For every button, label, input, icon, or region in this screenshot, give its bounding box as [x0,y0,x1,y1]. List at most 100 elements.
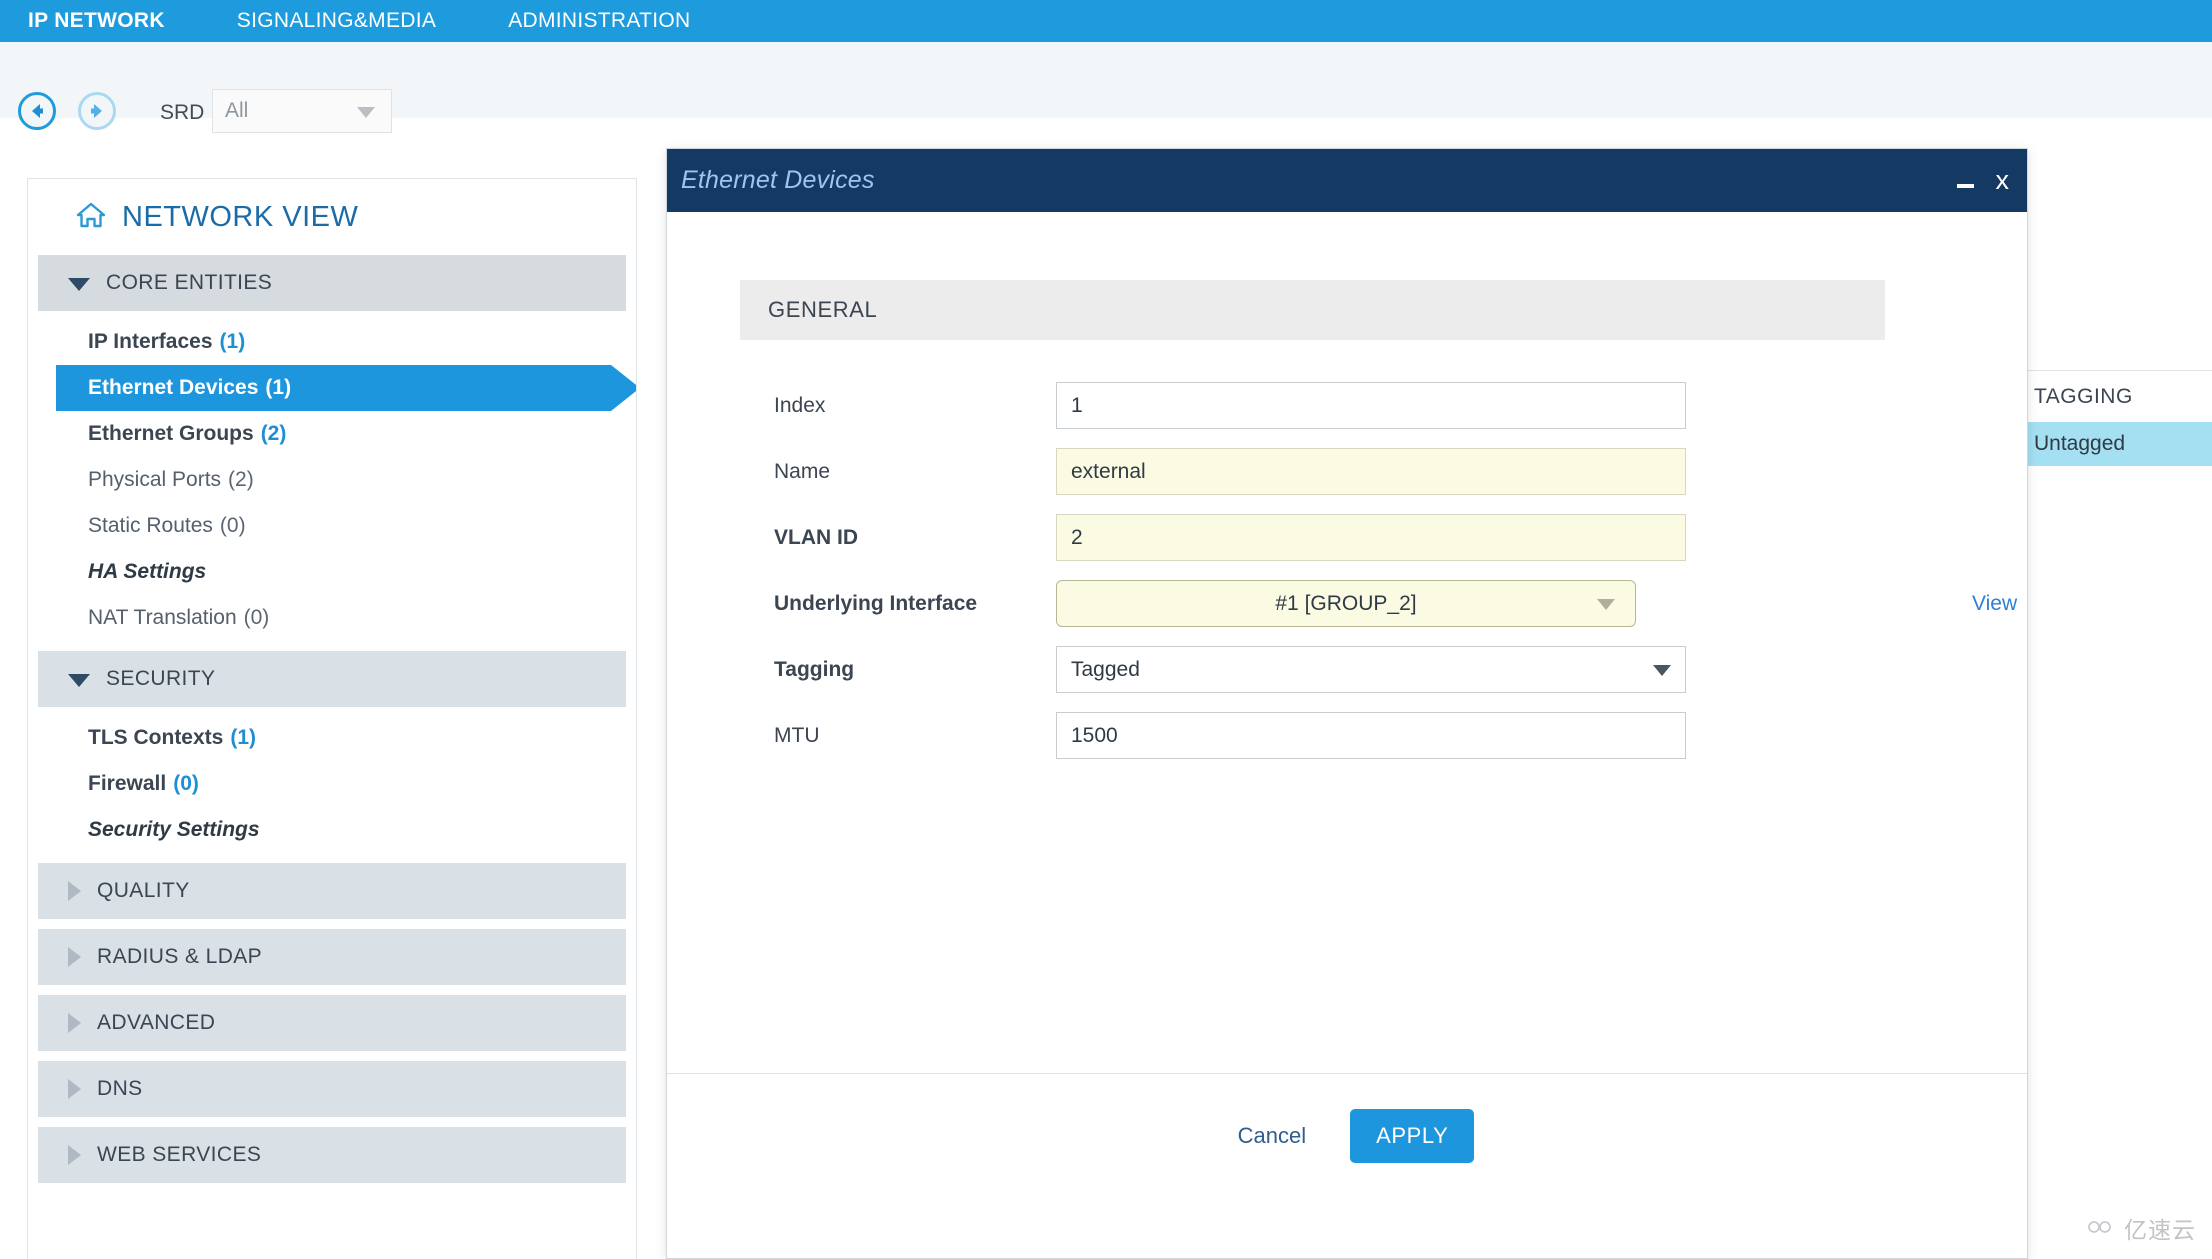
dialog-title-bar[interactable]: Ethernet Devices x [667,149,2027,212]
tab-ip-network[interactable]: IP NETWORK [28,0,165,42]
form-row-mtu: MTU 1500 [740,712,1940,759]
top-navigation-bar: IP NETWORK SIGNALING&MEDIA ADMINISTRATIO… [0,0,2212,42]
sidebar-item-firewall[interactable]: Firewall (0) [28,761,636,807]
view-link[interactable]: View [1972,592,2017,616]
sidebar-item-ip-interfaces[interactable]: IP Interfaces (1) [28,319,636,365]
selection-arrow-icon [611,365,636,411]
top-nav-tabs: IP NETWORK SIGNALING&MEDIA ADMINISTRATIO… [0,0,2212,42]
sidebar-group-quality[interactable]: QUALITY [38,863,626,919]
sidebar-group-label: QUALITY [97,879,190,902]
table-column-header-tagging: TAGGING [2026,370,2212,422]
sidebar-group-dns[interactable]: DNS [38,1061,626,1117]
general-form: Index 1 Name external VLAN ID 2 Underlyi… [740,382,2017,778]
sidebar-item-label: Security Settings [88,818,260,841]
tagging-select[interactable]: Tagged [1056,646,1686,693]
minimize-icon[interactable] [1956,183,1974,188]
sidebar-item-label: Ethernet Devices [88,376,259,399]
srd-select-value: All [225,99,249,122]
arrow-left-icon [26,100,48,122]
sidebar-items-core-entities: IP Interfaces (1) Ethernet Devices (1) E… [28,311,636,651]
underlying-interface-select[interactable]: #1 [GROUP_2] [1056,580,1636,627]
watermark-text: 亿速云 [2124,1217,2196,1243]
mtu-input[interactable]: 1500 [1056,712,1686,759]
sidebar-item-count: (0) [219,514,246,537]
home-icon [76,201,106,234]
sidebar: NETWORK VIEW CORE ENTITIES IP Interfaces… [27,178,637,1259]
chevron-down-icon [1597,599,1615,610]
sidebar-item-count: (1) [219,330,246,353]
sidebar-item-label: HA Settings [88,560,207,583]
sidebar-group-web-services[interactable]: WEB SERVICES [38,1127,626,1183]
mtu-field-wrap: 1500 [1056,712,1686,759]
forward-button[interactable] [78,92,116,130]
dialog-window-controls: x [1956,149,2010,212]
table-row[interactable]: Untagged [2026,422,2212,466]
sidebar-item-count: (1) [265,376,292,399]
page-title: NETWORK VIEW [122,200,359,233]
sidebar-group-label: SECURITY [106,667,216,690]
sidebar-item-label: NAT Translation [88,606,237,629]
sidebar-item-static-routes[interactable]: Static Routes (0) [28,503,636,549]
cancel-button[interactable]: Cancel [1220,1113,1324,1159]
sidebar-item-count: (0) [243,606,270,629]
name-label: Name [774,459,831,483]
sidebar-item-count: (2) [260,422,287,445]
vlan-id-input[interactable]: 2 [1056,514,1686,561]
sidebar-group-advanced[interactable]: ADVANCED [38,995,626,1051]
sidebar-item-count: (1) [230,726,257,749]
sidebar-item-label: Ethernet Groups [88,422,254,445]
triangle-right-icon [68,1013,81,1033]
tab-signaling-media[interactable]: SIGNALING&MEDIA [237,0,436,42]
ethernet-devices-dialog: Ethernet Devices x GENERAL Index 1 Name [666,148,2028,1259]
sidebar-group-core-entities[interactable]: CORE ENTITIES [38,255,626,311]
tagging-field-wrap: Tagged [1056,646,1686,693]
sidebar-item-label: IP Interfaces [88,330,213,353]
underlying-interface-label: Underlying Interface [774,591,978,615]
back-button[interactable] [18,92,56,130]
sidebar-item-ethernet-devices[interactable]: Ethernet Devices (1) [56,365,636,411]
triangle-right-icon [68,1145,81,1165]
dialog-body: GENERAL Index 1 Name external VLAN ID 2 … [667,212,2027,1197]
triangle-right-icon [68,881,81,901]
vlan-id-field-wrap: 2 [1056,514,1686,561]
sidebar-item-label: Physical Ports [88,468,222,491]
close-icon[interactable]: x [1996,167,2010,194]
apply-button[interactable]: APPLY [1350,1108,1475,1163]
arrow-right-icon [86,100,108,122]
name-field-wrap: external [1056,448,1686,495]
section-header-general: GENERAL [740,280,1885,340]
sidebar-group-security[interactable]: SECURITY [38,651,626,707]
sidebar-item-nat-translation[interactable]: NAT Translation (0) [28,595,636,641]
sidebar-item-tls-contexts[interactable]: TLS Contexts (1) [28,715,636,761]
network-view-header: NETWORK VIEW [28,179,636,255]
form-row-vlan-id: VLAN ID 2 [740,514,1940,561]
sidebar-item-label: TLS Contexts [88,726,224,749]
sidebar-item-count: (0) [173,772,199,795]
sidebar-item-ethernet-groups[interactable]: Ethernet Groups (2) [28,411,636,457]
form-row-tagging: Tagging Tagged [740,646,1940,693]
sidebar-item-ha-settings[interactable]: HA Settings [28,549,636,595]
background-table: TAGGING Untagged [2025,370,2212,490]
sidebar-group-radius-ldap[interactable]: RADIUS & LDAP [38,929,626,985]
srd-select[interactable]: All [212,89,392,133]
tab-administration[interactable]: ADMINISTRATION [508,0,690,42]
form-row-index: Index 1 [740,382,1940,429]
sidebar-item-count: (2) [228,468,254,491]
sidebar-group-label: ADVANCED [97,1011,216,1034]
triangle-down-icon [68,674,90,687]
triangle-right-icon [68,947,81,967]
tagging-value: Tagged [1071,658,1140,681]
sidebar-item-security-settings[interactable]: Security Settings [28,807,636,853]
index-input[interactable]: 1 [1056,382,1686,429]
sidebar-item-physical-ports[interactable]: Physical Ports (2) [28,457,636,503]
sidebar-item-label: Static Routes [88,514,213,537]
dialog-footer: Cancel APPLY [667,1073,2027,1197]
chevron-down-icon [357,107,375,118]
form-row-name: Name external [740,448,1940,495]
name-input[interactable]: external [1056,448,1686,495]
sidebar-group-label: CORE ENTITIES [106,271,273,294]
chevron-down-icon [1653,665,1671,676]
